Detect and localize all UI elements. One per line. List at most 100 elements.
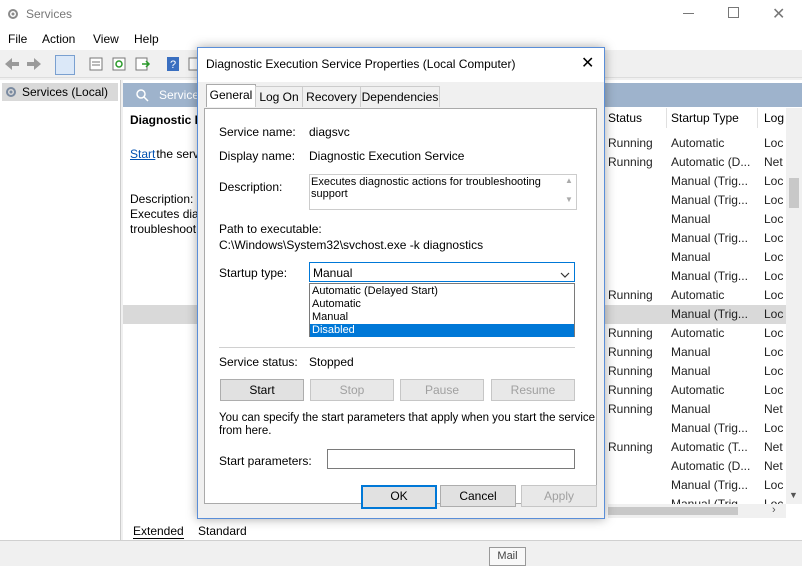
cell-logon: Loc xyxy=(764,364,784,378)
cell-logon: Loc xyxy=(764,193,784,207)
column-header-status[interactable]: Status xyxy=(608,111,642,125)
title-bar: Services ✕ xyxy=(0,0,802,30)
startup-type-dropdown: Automatic (Delayed Start) Automatic Manu… xyxy=(309,283,575,337)
scroll-up-icon[interactable]: ▲ xyxy=(565,176,573,185)
vertical-scrollbar[interactable]: ▼ xyxy=(786,108,802,504)
cell-logon: Loc xyxy=(764,345,784,359)
cell-status: Running xyxy=(608,345,653,359)
cell-logon: Loc xyxy=(764,288,784,302)
dialog-close-icon[interactable]: ✕ xyxy=(581,53,594,73)
cell-logon: Loc xyxy=(764,478,784,492)
back-arrow-icon[interactable] xyxy=(3,55,21,73)
cell-logon: Loc xyxy=(764,307,784,321)
stop-button[interactable]: Stop xyxy=(310,379,394,401)
gear-icon xyxy=(4,85,18,99)
resume-button[interactable]: Resume xyxy=(491,379,575,401)
start-params-input[interactable] xyxy=(327,449,575,469)
cell-status: Running xyxy=(608,326,653,340)
general-tab-panel: Service name: diagsvc Display name: Diag… xyxy=(204,108,597,504)
cell-startup: Automatic (D... xyxy=(671,155,751,169)
properties-icon[interactable] xyxy=(87,55,105,73)
cell-status: Running xyxy=(608,155,653,169)
column-header-log-on[interactable]: Log xyxy=(764,111,784,125)
tree-item-services-local[interactable]: Services (Local) xyxy=(2,83,118,101)
option-disabled[interactable]: Disabled xyxy=(310,324,574,337)
forward-arrow-icon[interactable] xyxy=(25,55,43,73)
option-manual[interactable]: Manual xyxy=(310,311,574,324)
cell-startup: Manual xyxy=(671,364,711,378)
tab-extended[interactable]: Extended xyxy=(133,524,184,539)
ok-button[interactable]: OK xyxy=(361,485,437,509)
service-name-value: diagsvc xyxy=(309,125,350,139)
maximize-icon[interactable] xyxy=(728,7,739,18)
description-label: Description: xyxy=(219,180,283,194)
cell-status: Running xyxy=(608,402,653,416)
description-text-1: Executes diagnostic actions for troubles… xyxy=(311,176,541,188)
help-icon[interactable]: ? xyxy=(164,55,182,73)
cell-logon: Loc xyxy=(764,383,784,397)
path-label: Path to executable: xyxy=(219,222,322,236)
menu-file[interactable]: File xyxy=(8,32,27,46)
cell-status: Running xyxy=(608,440,653,454)
cell-startup: Automatic xyxy=(671,136,725,150)
cell-logon: Net xyxy=(764,402,783,416)
menu-action[interactable]: Action xyxy=(42,32,75,46)
service-heading: Diagnostic E xyxy=(130,113,203,127)
column-divider xyxy=(757,108,758,128)
cell-logon: Net xyxy=(764,155,783,169)
dialog-body: General Log On Recovery Dependencies Ser… xyxy=(198,82,604,518)
scroll-down-icon[interactable]: ▼ xyxy=(565,195,573,204)
view-tabs: Extended Standard xyxy=(123,521,802,541)
cell-startup: Manual xyxy=(671,250,711,264)
cell-startup: Manual xyxy=(671,402,711,416)
cell-startup: Automatic xyxy=(671,326,725,340)
tab-standard[interactable]: Standard xyxy=(198,524,247,538)
cell-startup: Manual (Trig... xyxy=(671,231,748,245)
cell-logon: Net xyxy=(764,459,783,473)
menu-help[interactable]: Help xyxy=(134,32,159,46)
column-header-startup-type[interactable]: Startup Type xyxy=(671,111,739,125)
cell-startup: Manual xyxy=(671,345,711,359)
mail-tooltip: Mail xyxy=(489,547,526,566)
refresh-icon[interactable] xyxy=(110,55,128,73)
display-name-label: Display name: xyxy=(219,149,296,163)
start-button[interactable]: Start xyxy=(220,379,304,401)
cell-startup: Automatic (T... xyxy=(671,440,748,454)
scrollbar-thumb[interactable] xyxy=(789,178,799,208)
startup-type-select[interactable]: Manual xyxy=(309,262,575,282)
menu-view[interactable]: View xyxy=(93,32,119,46)
tab-dependencies[interactable]: Dependencies xyxy=(360,86,440,107)
console-tree: Services (Local) xyxy=(0,80,121,540)
pause-button[interactable]: Pause xyxy=(400,379,484,401)
cell-logon: Net xyxy=(764,440,783,454)
cell-logon: Loc xyxy=(764,231,784,245)
tab-general[interactable]: General xyxy=(206,84,256,107)
startup-type-value: Manual xyxy=(313,266,353,280)
service-name-label: Service name: xyxy=(219,125,296,139)
scroll-down-icon[interactable]: ▼ xyxy=(789,490,798,500)
tab-log-on[interactable]: Log On xyxy=(255,86,303,107)
apply-button[interactable]: Apply xyxy=(521,485,597,507)
cell-startup: Manual (Trig... xyxy=(671,269,748,283)
tab-recovery[interactable]: Recovery xyxy=(302,86,361,107)
scroll-right-icon[interactable]: › xyxy=(772,504,776,516)
column-divider xyxy=(666,108,667,128)
cell-status: Running xyxy=(608,383,653,397)
dialog-title: Diagnostic Execution Service Properties … xyxy=(206,57,516,71)
close-icon[interactable]: ✕ xyxy=(772,4,785,24)
cell-logon: Loc xyxy=(764,421,784,435)
horizontal-scrollbar[interactable]: › xyxy=(608,504,786,518)
console-tree-icon[interactable] xyxy=(55,55,75,75)
start-params-label: Start parameters: xyxy=(219,454,312,468)
description-box[interactable]: Executes diagnostic actions for troubles… xyxy=(309,174,577,210)
tree-item-label: Services (Local) xyxy=(22,85,109,99)
scrollbar-thumb[interactable] xyxy=(608,507,738,515)
path-value: C:\Windows\System32\svchost.exe -k diagn… xyxy=(219,238,484,252)
service-status-value: Stopped xyxy=(309,355,354,369)
option-automatic-delayed[interactable]: Automatic (Delayed Start) xyxy=(310,285,574,298)
cancel-button[interactable]: Cancel xyxy=(440,485,516,507)
cell-logon: Loc xyxy=(764,250,784,264)
minimize-icon[interactable] xyxy=(683,13,694,14)
export-list-icon[interactable] xyxy=(133,55,151,73)
option-automatic[interactable]: Automatic xyxy=(310,298,574,311)
